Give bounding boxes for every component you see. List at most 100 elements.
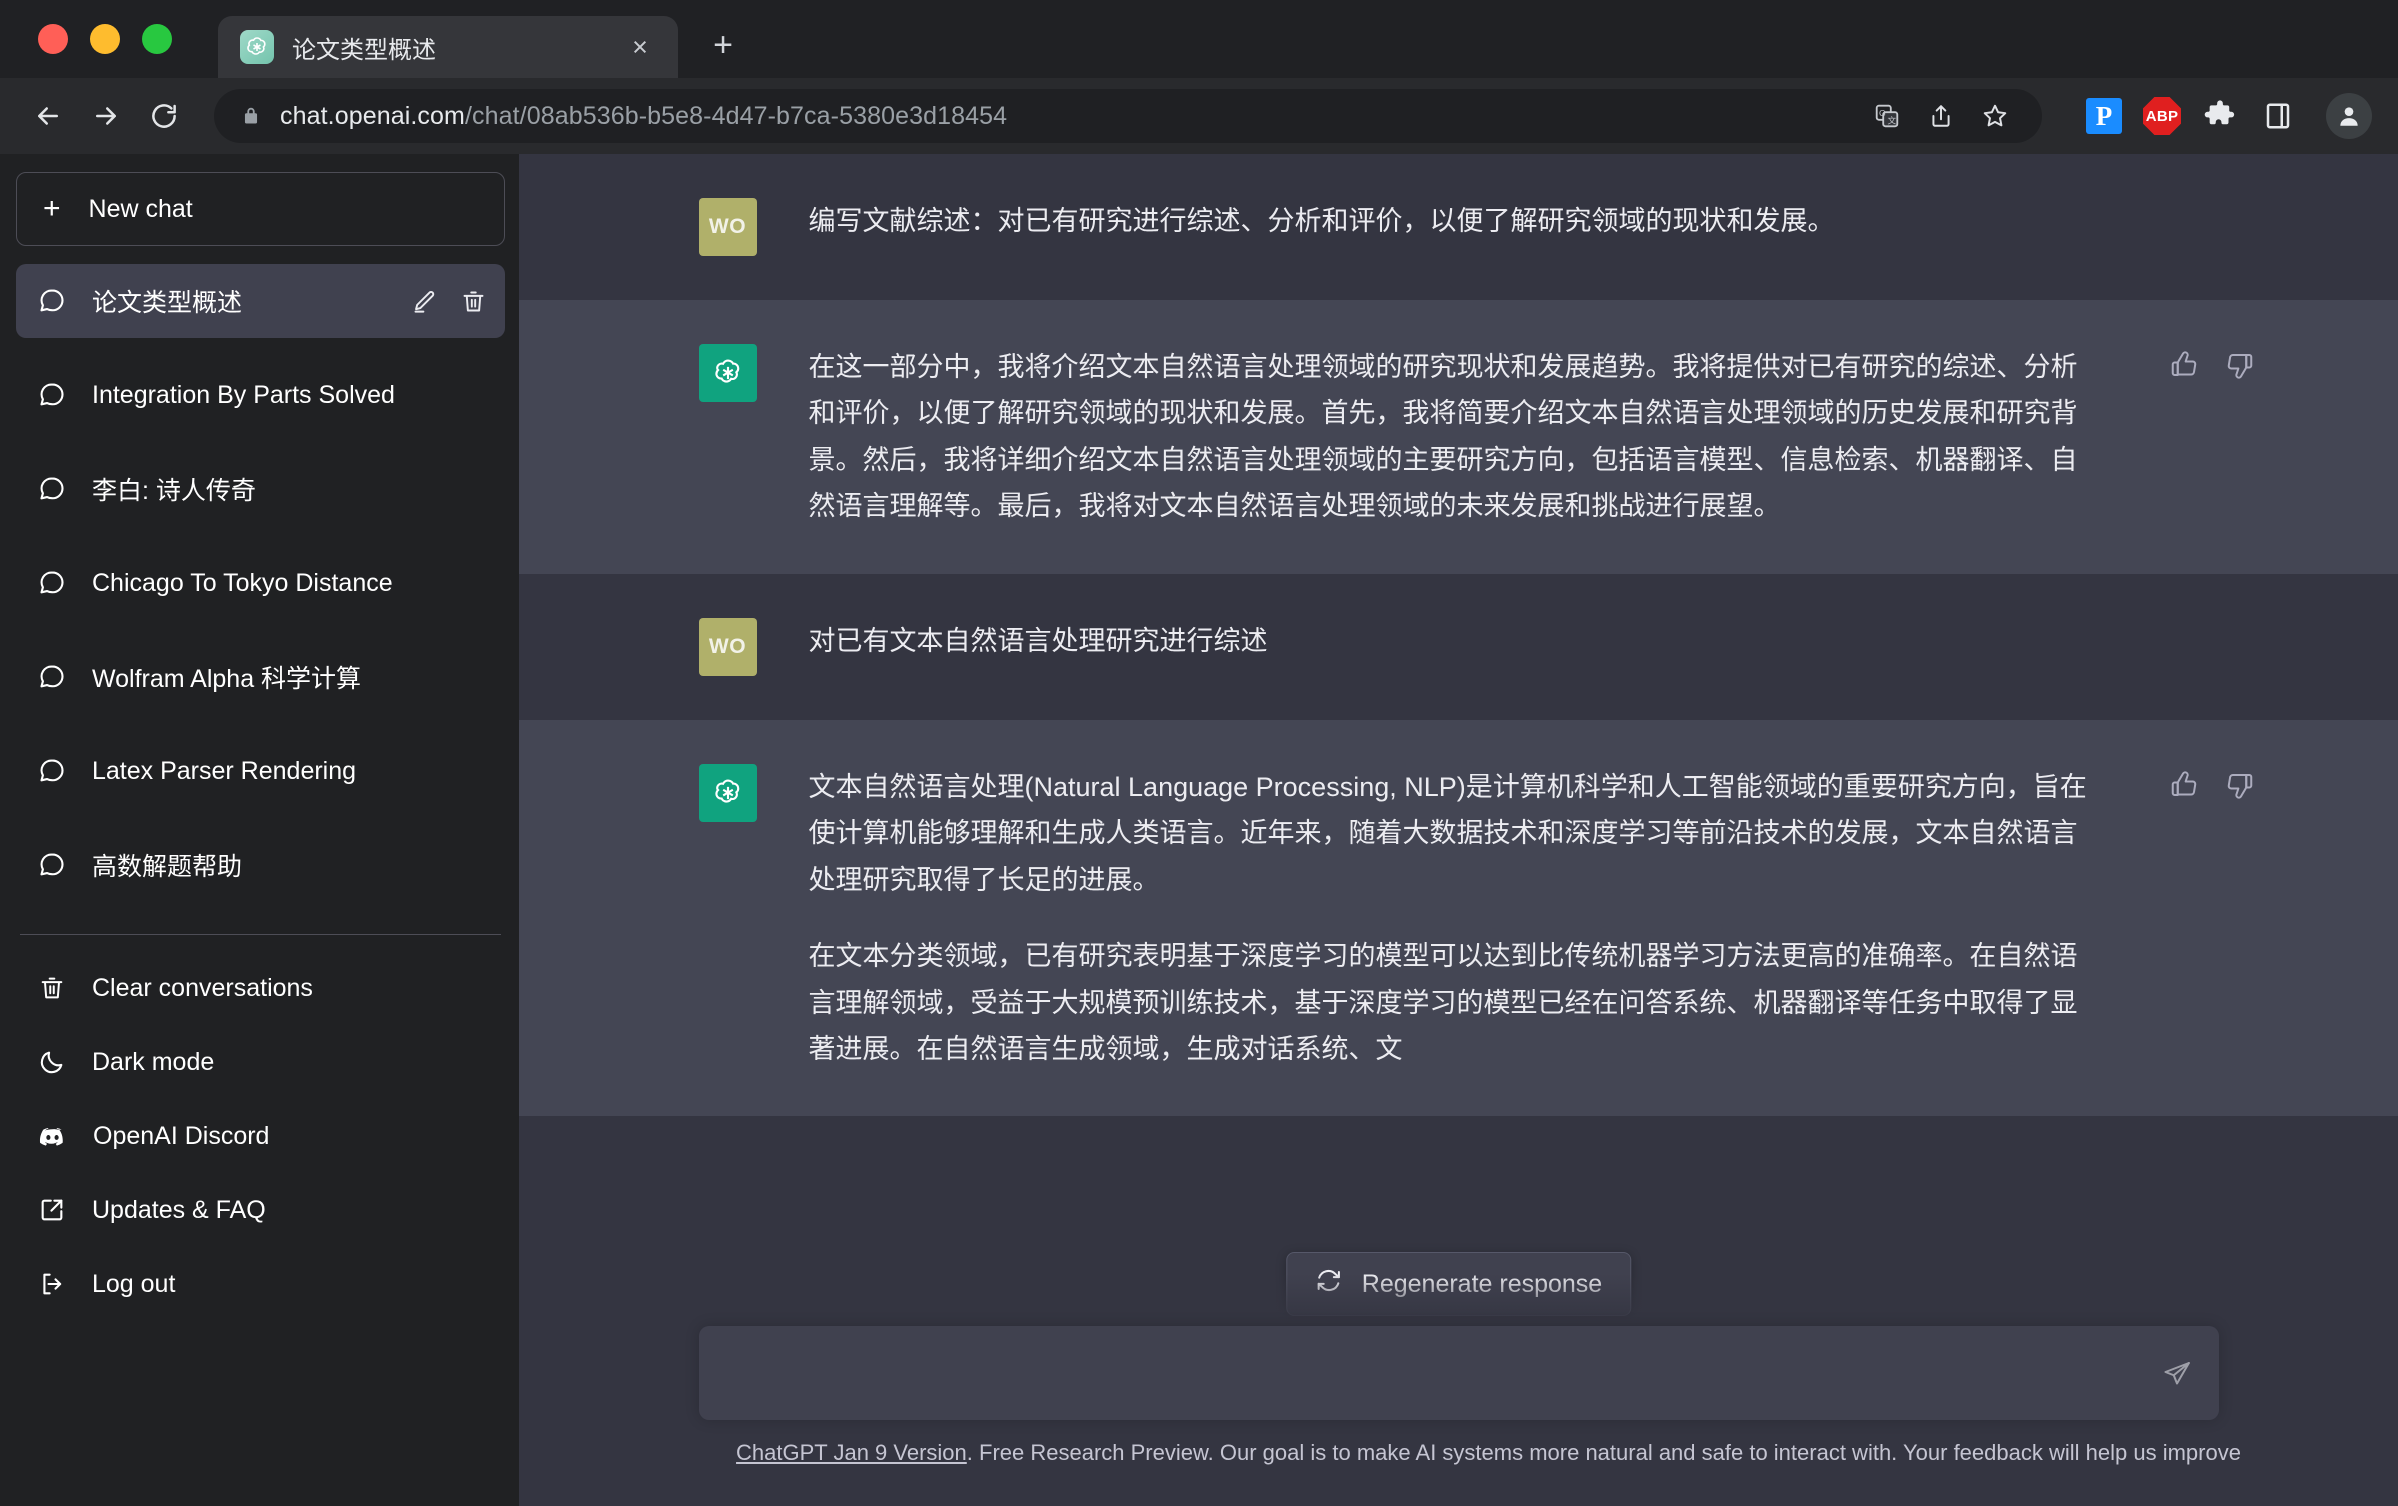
close-window-button[interactable] bbox=[38, 24, 68, 54]
edit-pencil-icon[interactable] bbox=[411, 288, 438, 315]
send-paper-plane-icon[interactable] bbox=[2155, 1352, 2199, 1396]
pocket-label: P bbox=[2086, 98, 2122, 134]
lock-icon bbox=[240, 105, 262, 127]
chat-bubble-icon bbox=[38, 663, 66, 691]
plus-icon: + bbox=[43, 194, 61, 224]
sidebar-item-log-out[interactable]: Log out bbox=[16, 1247, 505, 1321]
page-body: + New chat 论文类型概述 bbox=[0, 154, 2398, 1506]
conversation-item[interactable]: 高数解题帮助 bbox=[16, 828, 505, 902]
chat-bubble-icon bbox=[38, 287, 66, 315]
message-row-user: WO 编写文献综述：对已有研究进行综述、分析和评价，以便了解研究领域的现状和发展… bbox=[519, 154, 2398, 300]
browser-tab[interactable]: 论文类型概述 × bbox=[218, 16, 678, 78]
conversation-label: Latex Parser Rendering bbox=[92, 757, 487, 786]
thumbs-down-icon[interactable] bbox=[2225, 770, 2255, 800]
message-paragraph: 文本自然语言处理(Natural Language Processing, NL… bbox=[809, 764, 2099, 903]
conversation-list: 论文类型概述 Integration By Parts Solved bbox=[16, 264, 505, 922]
sidebar-item-label: Clear conversations bbox=[92, 974, 313, 1003]
composer[interactable] bbox=[699, 1326, 2219, 1420]
conversation-item-active[interactable]: 论文类型概述 bbox=[16, 264, 505, 338]
tab-strip: 论文类型概述 × + bbox=[0, 0, 2398, 78]
avatar bbox=[699, 764, 757, 822]
message-text: 在这一部分中，我将介绍文本自然语言处理领域的研究现状和发展趋势。我将提供对已有研… bbox=[809, 344, 2219, 530]
conversation-label: Chicago To Tokyo Distance bbox=[92, 569, 487, 598]
extension-icons: P ABP bbox=[2082, 93, 2372, 139]
new-tab-button[interactable]: + bbox=[700, 22, 746, 68]
conversation-item[interactable]: Latex Parser Rendering bbox=[16, 734, 505, 808]
footer-disclaimer: ChatGPT Jan 9 Version. Free Research Pre… bbox=[519, 1440, 2398, 1466]
chat-bubble-icon bbox=[38, 475, 66, 503]
moon-icon bbox=[38, 1048, 66, 1076]
conversation-actions bbox=[411, 288, 487, 315]
sidebar-item-label: Dark mode bbox=[92, 1048, 214, 1077]
message-text: 对已有文本自然语言处理研究进行综述 bbox=[809, 618, 2219, 676]
window-traffic-lights bbox=[0, 24, 172, 78]
thumbs-up-icon[interactable] bbox=[2169, 350, 2199, 380]
openai-logo-icon bbox=[240, 30, 274, 64]
message-paragraph: 对已有文本自然语言处理研究进行综述 bbox=[809, 618, 2099, 664]
message-paragraph: 在文本分类领域，已有研究表明基于深度学习的模型可以达到比传统机器学习方法更高的准… bbox=[809, 933, 2099, 1072]
conversation-label: 高数解题帮助 bbox=[92, 847, 487, 883]
chat-bubble-icon bbox=[38, 851, 66, 879]
message-row-user: WO 对已有文本自然语言处理研究进行综述 bbox=[519, 574, 2398, 720]
sidebar-item-clear-conversations[interactable]: Clear conversations bbox=[16, 951, 505, 1025]
adblock-plus-extension-icon[interactable]: ABP bbox=[2140, 94, 2184, 138]
address-bar[interactable]: chat.openai.com/chat/08ab536b-b5e8-4d47-… bbox=[214, 89, 2042, 143]
minimize-window-button[interactable] bbox=[90, 24, 120, 54]
feedback-buttons bbox=[2169, 350, 2255, 380]
address-bar-url: chat.openai.com/chat/08ab536b-b5e8-4d47-… bbox=[280, 102, 1007, 131]
message-paragraph: 编写文献综述：对已有研究进行综述、分析和评价，以便了解研究领域的现状和发展。 bbox=[809, 198, 2099, 244]
thumbs-up-icon[interactable] bbox=[2169, 770, 2199, 800]
extensions-puzzle-icon[interactable] bbox=[2198, 94, 2242, 138]
trash-icon[interactable] bbox=[460, 288, 487, 315]
browser-toolbar: chat.openai.com/chat/08ab536b-b5e8-4d47-… bbox=[0, 78, 2398, 154]
logout-icon bbox=[38, 1270, 66, 1298]
conversation-label: 李白: 诗人传奇 bbox=[92, 471, 487, 507]
sidebar-item-label: Log out bbox=[92, 1270, 175, 1299]
avatar bbox=[699, 344, 757, 402]
adblock-label: ABP bbox=[2143, 97, 2181, 135]
forward-icon[interactable] bbox=[80, 90, 132, 142]
reload-icon[interactable] bbox=[138, 90, 190, 142]
sidebar-item-updates-faq[interactable]: Updates & FAQ bbox=[16, 1173, 505, 1247]
new-chat-button[interactable]: + New chat bbox=[16, 172, 505, 246]
back-icon[interactable] bbox=[22, 90, 74, 142]
url-path: /chat/08ab536b-b5e8-4d47-b7ca-5380e3d184… bbox=[465, 102, 1007, 130]
pocket-extension-icon[interactable]: P bbox=[2082, 94, 2126, 138]
close-tab-button[interactable]: × bbox=[622, 29, 658, 65]
sidebar-item-dark-mode[interactable]: Dark mode bbox=[16, 1025, 505, 1099]
svg-text:文: 文 bbox=[1888, 115, 1897, 126]
message-text: 编写文献综述：对已有研究进行综述、分析和评价，以便了解研究领域的现状和发展。 bbox=[809, 198, 2219, 256]
browser-window: 论文类型概述 × + chat.openai.com/chat/08ab536b… bbox=[0, 0, 2398, 1506]
translate-icon[interactable]: G文 bbox=[1862, 91, 1912, 141]
message-paragraph: 在这一部分中，我将介绍文本自然语言处理领域的研究现状和发展趋势。我将提供对已有研… bbox=[809, 344, 2099, 530]
sidebar-item-label: Updates & FAQ bbox=[92, 1196, 266, 1225]
conversation-item[interactable]: Integration By Parts Solved bbox=[16, 358, 505, 432]
sidebar-item-label: OpenAI Discord bbox=[93, 1122, 269, 1151]
sidebar-item-openai-discord[interactable]: OpenAI Discord bbox=[16, 1099, 505, 1173]
external-link-icon bbox=[38, 1196, 66, 1224]
svg-text:G: G bbox=[1879, 108, 1886, 118]
chat-bubble-icon bbox=[38, 381, 66, 409]
chat-bubble-icon bbox=[38, 569, 66, 597]
chatgpt-sidebar: + New chat 论文类型概述 bbox=[0, 154, 519, 1506]
message-row-assistant: 文本自然语言处理(Natural Language Processing, NL… bbox=[519, 720, 2398, 1117]
new-chat-label: New chat bbox=[89, 195, 193, 224]
bookmark-star-icon[interactable] bbox=[1970, 91, 2020, 141]
share-icon[interactable] bbox=[1916, 91, 1966, 141]
conversation-label: 论文类型概述 bbox=[92, 283, 385, 319]
thumbs-down-icon[interactable] bbox=[2225, 350, 2255, 380]
message-input[interactable] bbox=[699, 1326, 2219, 1420]
chat-main: WO 编写文献综述：对已有研究进行综述、分析和评价，以便了解研究领域的现状和发展… bbox=[519, 154, 2398, 1506]
conversation-item[interactable]: Chicago To Tokyo Distance bbox=[16, 546, 505, 620]
conversation-label: Wolfram Alpha 科学计算 bbox=[92, 659, 487, 695]
sidebar-icon[interactable] bbox=[2256, 94, 2300, 138]
version-link[interactable]: ChatGPT Jan 9 Version bbox=[736, 1440, 967, 1466]
omnibox-actions: G文 bbox=[1862, 91, 2020, 141]
maximize-window-button[interactable] bbox=[142, 24, 172, 54]
profile-avatar-icon[interactable] bbox=[2326, 93, 2372, 139]
avatar: WO bbox=[699, 618, 757, 676]
chat-bubble-icon bbox=[38, 757, 66, 785]
conversation-item[interactable]: 李白: 诗人传奇 bbox=[16, 452, 505, 526]
footer-text: . Free Research Preview. Our goal is to … bbox=[967, 1440, 2241, 1466]
conversation-item[interactable]: Wolfram Alpha 科学计算 bbox=[16, 640, 505, 714]
